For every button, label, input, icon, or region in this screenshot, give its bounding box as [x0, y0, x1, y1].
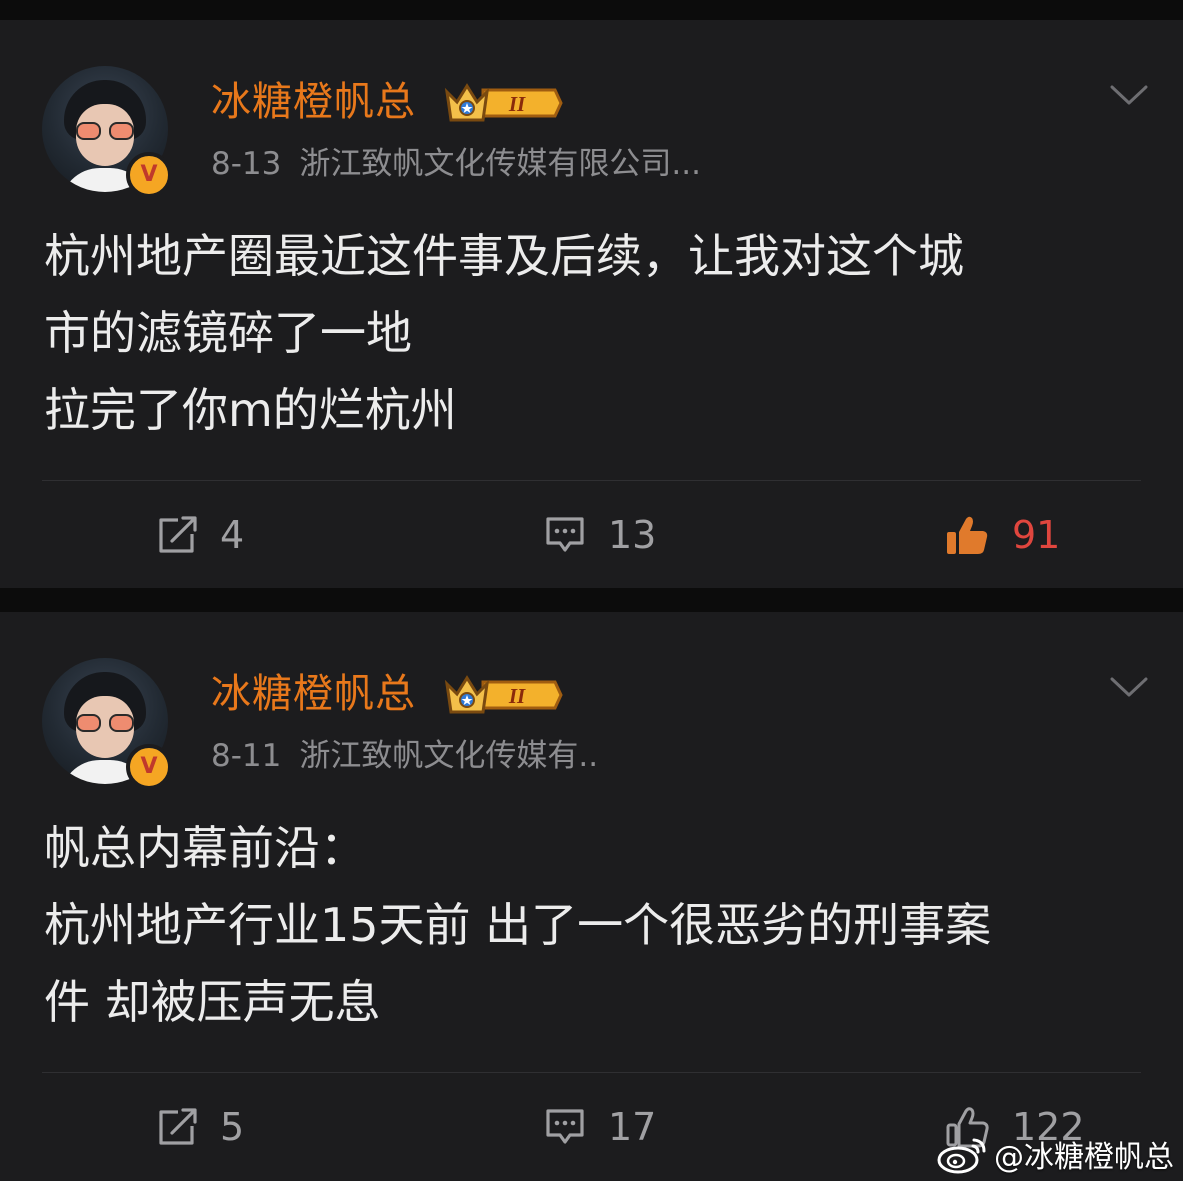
- chevron-down-icon[interactable]: [1109, 674, 1149, 700]
- watermark-text: @冰糖橙帆总: [994, 1140, 1174, 1175]
- like-count: 91: [1012, 513, 1061, 557]
- weibo-watermark: @冰糖橙帆总: [936, 1132, 1174, 1176]
- username[interactable]: 冰糖橙帆总: [211, 670, 416, 718]
- repost-icon: [159, 1108, 197, 1145]
- post-content: 帆总内幕前沿： 杭州地产行业15天前 出了一个很恶劣的刑事案 件 却被压声无息: [44, 810, 1144, 1041]
- post-date: 8-11: [211, 738, 282, 774]
- verified-icon: V: [126, 152, 172, 198]
- content-line: 杭州地产圈最近这件事及后续，让我对这个城: [44, 229, 964, 283]
- weibo-post: V 冰糖橙帆总 II 8-13 浙江致帆文化传媒有限公司... 杭州地产圈最近这件…: [0, 20, 1183, 588]
- thumbs-up-icon: [947, 516, 988, 554]
- weibo-logo-icon: [937, 1138, 986, 1174]
- post-source: 浙江致帆文化传媒有..: [299, 738, 599, 774]
- svg-text:II: II: [508, 684, 526, 708]
- post-date: 8-13: [211, 146, 282, 182]
- divider: [42, 480, 1141, 481]
- crown-level-badge-icon: II: [444, 83, 563, 122]
- chevron-down-icon[interactable]: [1109, 82, 1149, 108]
- divider: [42, 1072, 1141, 1073]
- repost-count: 4: [220, 513, 245, 557]
- content-line: 拉完了你m的烂杭州: [44, 383, 457, 437]
- comment-icon: [546, 1109, 584, 1144]
- comment-icon: [546, 517, 584, 552]
- repost-button[interactable]: 4: [156, 510, 244, 560]
- content-line: 市的滤镜碎了一地: [44, 306, 412, 360]
- post-source: 浙江致帆文化传媒有限公司...: [299, 146, 701, 182]
- content-line: 杭州地产行业15天前 出了一个很恶劣的刑事案: [44, 898, 992, 952]
- comment-button[interactable]: 17: [544, 1102, 656, 1152]
- svg-text:II: II: [508, 92, 526, 116]
- content-line: 帆总内幕前沿：: [44, 821, 366, 875]
- post-meta: 8-11 浙江致帆文化传媒有..: [211, 736, 598, 776]
- crown-level-badge-icon: II: [444, 675, 563, 714]
- comment-button[interactable]: 13: [544, 510, 656, 560]
- repost-icon: [159, 516, 197, 553]
- weibo-post: V 冰糖橙帆总 II 8-11 浙江致帆文化传媒有.. 帆总内幕前沿： 杭州地产行…: [0, 612, 1183, 1181]
- repost-count: 5: [220, 1105, 245, 1149]
- comment-count: 17: [608, 1105, 657, 1149]
- post-content: 杭州地产圈最近这件事及后续，让我对这个城 市的滤镜碎了一地 拉完了你m的烂杭州: [44, 218, 1144, 449]
- like-button[interactable]: 91: [944, 510, 1060, 560]
- post-meta: 8-13 浙江致帆文化传媒有限公司...: [211, 144, 701, 184]
- content-line: 件 却被压声无息: [44, 975, 381, 1029]
- comment-count: 13: [608, 513, 657, 557]
- verified-icon: V: [126, 744, 172, 790]
- repost-button[interactable]: 5: [156, 1102, 244, 1152]
- username[interactable]: 冰糖橙帆总: [211, 78, 416, 126]
